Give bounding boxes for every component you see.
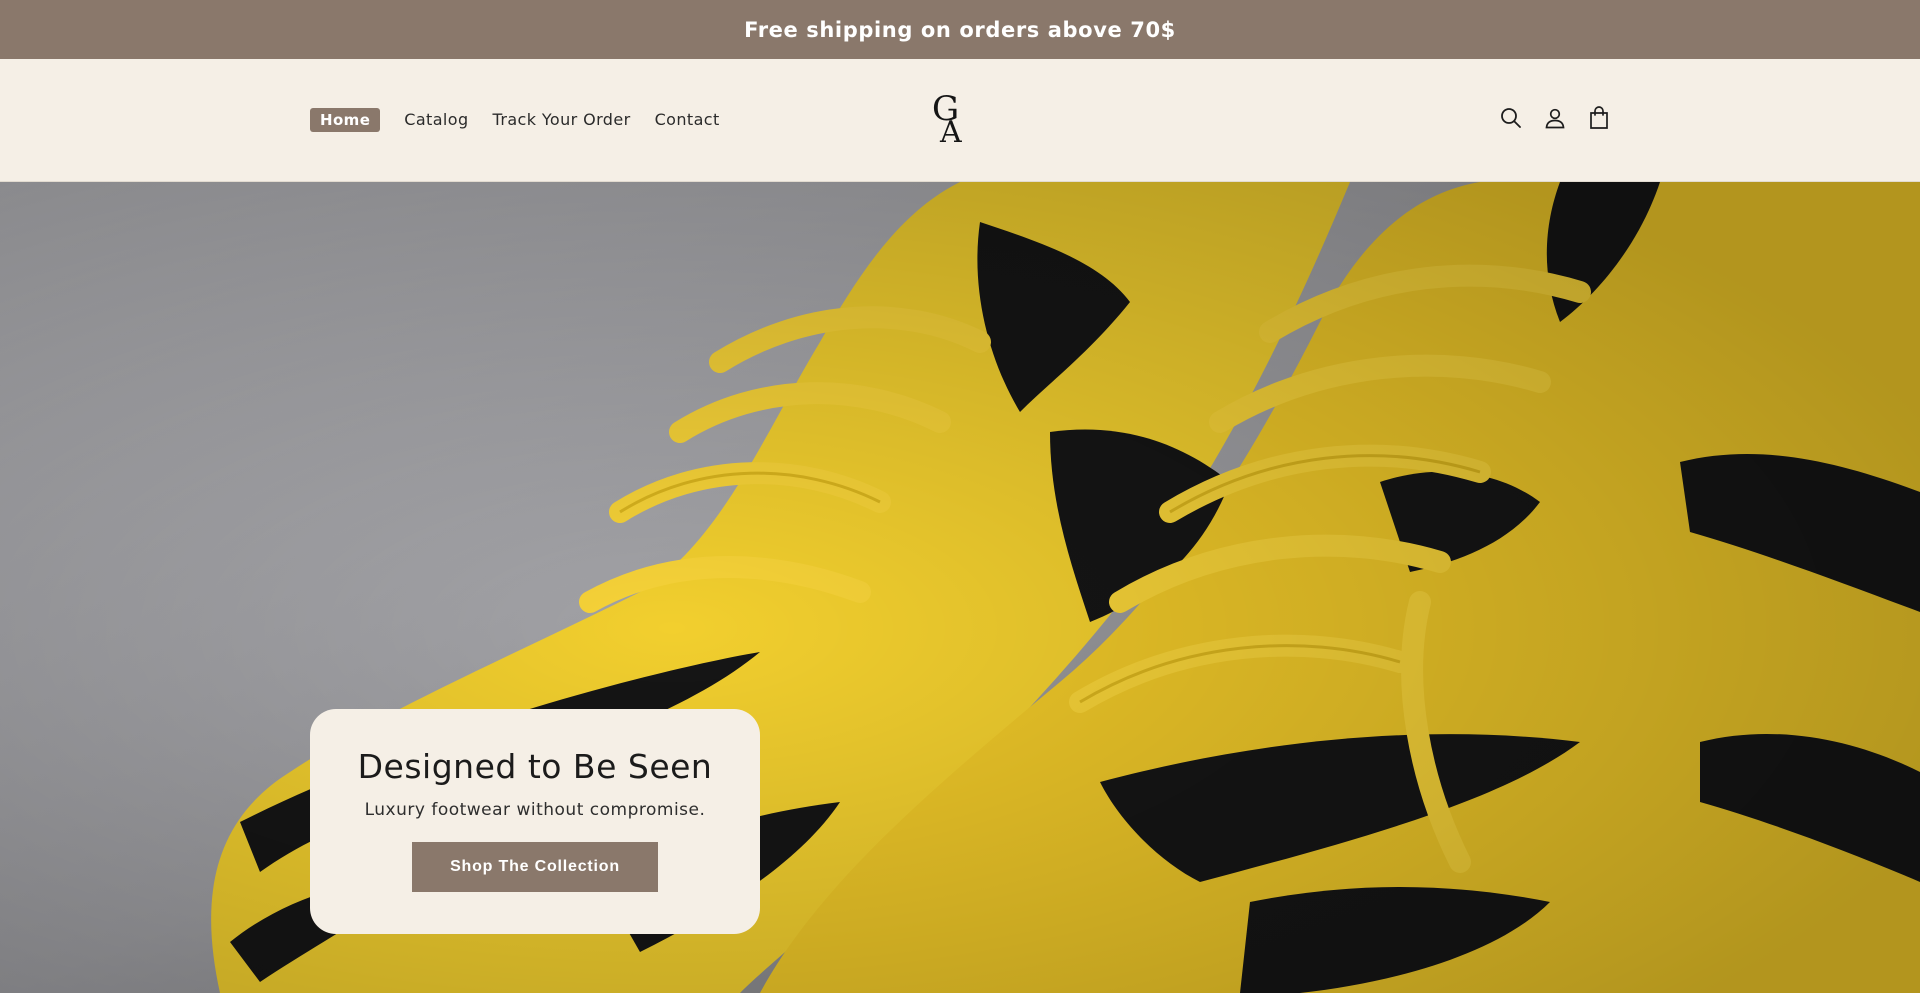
nav-item-home[interactable]: Home [310, 107, 381, 132]
hero-title: Designed to Be Seen [357, 747, 713, 786]
site-header: Home Catalog Track Your Order Contact G … [0, 59, 1920, 182]
shop-collection-button[interactable]: Shop The Collection [412, 842, 658, 892]
hero-subtitle: Luxury footwear without compromise. [364, 800, 706, 820]
main-nav: Home Catalog Track Your Order Contact [310, 107, 744, 132]
hero-card: Designed to Be Seen Luxury footwear with… [310, 709, 760, 934]
announcement-bar: Free shipping on orders above 70$ [0, 0, 1920, 59]
nav-item-track-order[interactable]: Track Your Order [493, 107, 631, 132]
nav-item-catalog[interactable]: Catalog [404, 107, 468, 132]
search-icon[interactable] [1498, 105, 1524, 131]
svg-text:A: A [939, 115, 962, 146]
hero-section: Designed to Be Seen Luxury footwear with… [0, 182, 1920, 993]
header-icons [1498, 105, 1612, 131]
ga-monogram-logo[interactable]: G A [930, 89, 976, 150]
announcement-text: Free shipping on orders above 70$ [744, 17, 1176, 42]
hero-sneaker-image [0, 182, 1920, 993]
account-icon[interactable] [1542, 105, 1568, 131]
nav-item-contact[interactable]: Contact [655, 107, 720, 132]
cart-icon[interactable] [1586, 105, 1612, 131]
